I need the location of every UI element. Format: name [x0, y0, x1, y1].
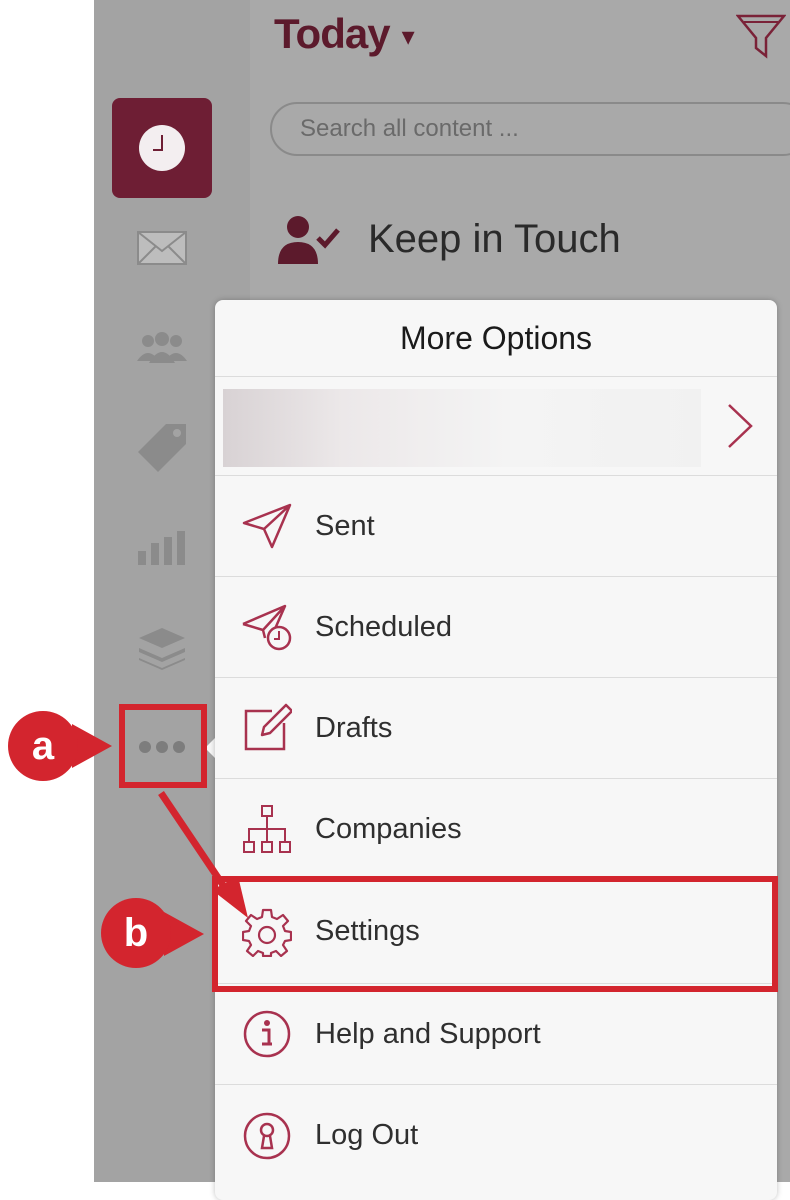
badge-pointer-a: [72, 724, 112, 768]
annotation-badge-a: a: [8, 711, 78, 781]
annotation-arrow: [158, 791, 248, 918]
annotation-badge-b: b: [101, 898, 171, 968]
